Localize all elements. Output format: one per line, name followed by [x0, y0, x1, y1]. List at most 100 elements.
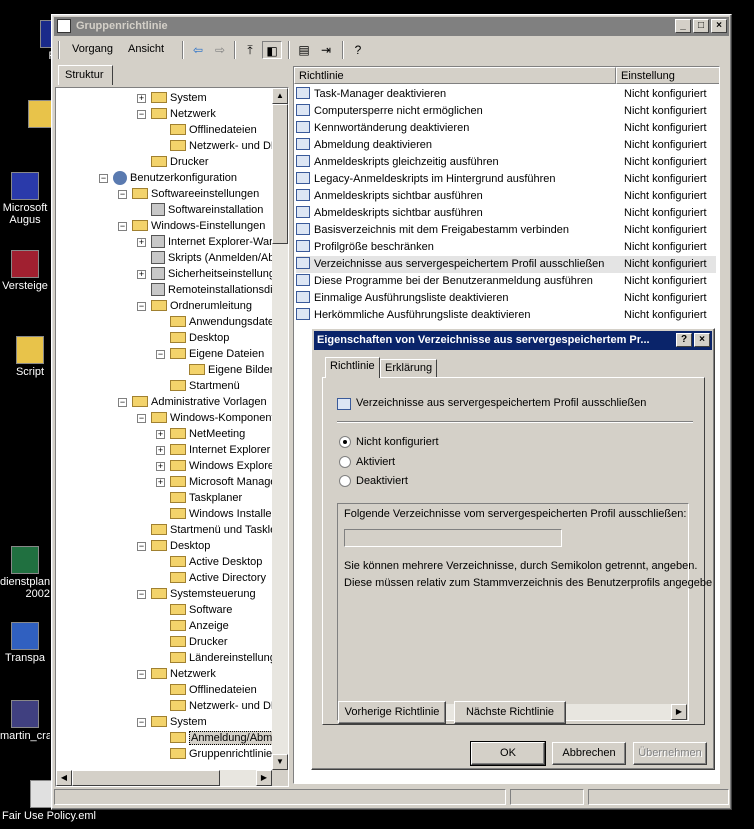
tree-item[interactable]: Anzeige — [170, 618, 229, 634]
scroll-up-icon[interactable]: ▲ — [272, 88, 288, 104]
tree-item[interactable]: Active Desktop — [170, 554, 262, 570]
expand-icon[interactable]: + — [137, 94, 146, 103]
window-titlebar[interactable]: Gruppenrichtlinie _ □ × — [54, 17, 729, 36]
tree-item[interactable]: Active Directory — [170, 570, 266, 586]
collapse-icon[interactable]: − — [137, 302, 146, 311]
radio-enabled[interactable] — [339, 456, 351, 468]
minimize-button[interactable]: _ — [675, 19, 691, 33]
tree-item[interactable]: Ordnerumleitung — [151, 298, 252, 314]
policy-row[interactable]: Kennwortänderung deaktivieren Nicht konfi… — [296, 120, 716, 137]
menu-ansicht[interactable]: Ansicht — [128, 43, 164, 55]
tree-item[interactable]: Eigene Bilder — [189, 362, 273, 378]
expand-icon[interactable]: + — [156, 478, 165, 487]
desktop-icon-dienstplan[interactable]: dienstplan- 2002 — [0, 546, 50, 600]
collapse-icon[interactable]: − — [137, 542, 146, 551]
tree-item[interactable]: Windows-Einstellungen — [132, 218, 265, 234]
tree-item[interactable]: Internet Explorer — [170, 442, 270, 458]
policy-row[interactable]: Abmeldung deaktivieren Nicht konfiguriert — [296, 137, 716, 154]
tree-item[interactable]: NetMeeting — [170, 426, 245, 442]
tree-item[interactable]: Skripts (Anmelden/Abmelden — [151, 250, 288, 266]
tab-struktur[interactable]: Struktur — [58, 65, 113, 85]
tree-item[interactable]: Internet Explorer-Wartung — [151, 234, 288, 250]
tree-item[interactable]: Drucker — [151, 154, 209, 170]
collapse-icon[interactable]: − — [156, 350, 165, 359]
tree-item[interactable]: Netzwerk — [151, 666, 216, 682]
expand-icon[interactable]: + — [156, 446, 165, 455]
tree-item[interactable]: Desktop — [151, 538, 210, 554]
tree-item[interactable]: Windows-Komponenten — [151, 410, 287, 426]
scroll-right-icon[interactable]: ▶ — [671, 704, 687, 720]
collapse-icon[interactable]: − — [137, 670, 146, 679]
dialog-titlebar[interactable]: Eigenschaften von Verzeichnisse aus serv… — [314, 331, 712, 350]
policy-row[interactable]: Anmeldeskripts sichtbar ausführen Nicht k… — [296, 188, 716, 205]
directories-input[interactable] — [344, 529, 562, 547]
desktop-icon-transpa[interactable]: Transpa — [0, 622, 50, 664]
tree-item[interactable]: Softwareinstallation — [151, 202, 263, 218]
help-button[interactable]: ? — [676, 333, 692, 347]
tree-item[interactable]: Startmenü — [170, 378, 240, 394]
tree-item[interactable]: Eigene Dateien — [170, 346, 264, 362]
collapse-icon[interactable]: − — [118, 222, 127, 231]
menu-vorgang[interactable]: Vorgang — [72, 43, 113, 55]
ok-button[interactable]: OK — [470, 741, 546, 766]
tree-item[interactable]: Offlinedateien — [170, 682, 257, 698]
collapse-icon[interactable]: − — [137, 718, 146, 727]
scroll-down-icon[interactable]: ▼ — [272, 754, 288, 770]
desktop-icon-martin[interactable]: martin_cra — [0, 700, 50, 742]
show-tree-icon[interactable]: ◧ — [262, 41, 282, 59]
apply-button[interactable]: Übernehmen — [633, 742, 707, 765]
policy-row[interactable]: Basisverzeichnis mit dem Freigabestamm v… — [296, 222, 716, 239]
policy-row[interactable]: Profilgröße beschränken Nicht konfigurier… — [296, 239, 716, 256]
policy-row[interactable]: Herkömmliche Ausführungsliste deaktivier… — [296, 307, 716, 324]
desktop-icon-versteige[interactable]: Versteige — [0, 250, 50, 292]
collapse-icon[interactable]: − — [137, 590, 146, 599]
policy-row[interactable]: Abmeldeskripts sichtbar ausführen Nicht k… — [296, 205, 716, 222]
cancel-button[interactable]: Abbrechen — [552, 742, 626, 765]
horizontal-scrollbar[interactable]: ◀ ▶ — [56, 770, 272, 786]
expand-icon[interactable]: + — [137, 270, 146, 279]
tree-item[interactable]: Offlinedateien — [170, 122, 257, 138]
scroll-thumb[interactable] — [272, 104, 288, 244]
tree-item[interactable]: Gruppenrichtlinien — [170, 746, 278, 762]
radio-not-configured[interactable] — [339, 436, 351, 448]
radio-disabled[interactable] — [339, 475, 351, 487]
tree-item[interactable]: Ländereinstellungen — [170, 650, 288, 666]
tree-item[interactable]: Administrative Vorlagen — [132, 394, 267, 410]
up-folder-icon[interactable]: ⤒ — [240, 41, 260, 59]
tree-item[interactable]: Taskplaner — [170, 490, 242, 506]
expand-icon[interactable]: + — [156, 430, 165, 439]
collapse-icon[interactable]: − — [118, 398, 127, 407]
back-icon[interactable]: ⇦ — [188, 41, 208, 59]
expand-icon[interactable]: + — [137, 238, 146, 247]
desktop-icon-script[interactable]: Script — [10, 336, 50, 378]
tree-item[interactable]: Benutzerkonfiguration — [113, 170, 237, 186]
tree-item[interactable]: Drucker — [170, 634, 228, 650]
scroll-right-icon[interactable]: ▶ — [256, 770, 272, 786]
collapse-icon[interactable]: − — [137, 110, 146, 119]
column-header-einstellung[interactable]: Einstellung — [616, 67, 719, 84]
policy-row[interactable]: Legacy-Anmeldeskripts im Hintergrund aus… — [296, 171, 716, 188]
tree-item[interactable]: Startmenü und Taskleiste — [151, 522, 288, 538]
collapse-icon[interactable]: − — [137, 414, 146, 423]
export-icon[interactable]: ⇥ — [316, 41, 336, 59]
collapse-icon[interactable]: − — [118, 190, 127, 199]
policy-row[interactable]: Computersperre nicht ermöglichen Nicht ko… — [296, 103, 716, 120]
policy-row[interactable]: Diese Programme bei der Benutzeranmeldun… — [296, 273, 716, 290]
policy-row[interactable]: Einmalige Ausführungsliste deaktivieren N… — [296, 290, 716, 307]
scroll-thumb[interactable] — [72, 770, 220, 786]
close-button[interactable]: × — [694, 333, 710, 347]
tree-item[interactable]: Software — [170, 602, 232, 618]
tree-item[interactable]: Windows Explorer — [170, 458, 278, 474]
tree-item[interactable]: Windows Installer — [170, 506, 275, 522]
policy-row[interactable]: Verzeichnisse aus servergespeichertem Pr… — [296, 256, 716, 273]
tree-item[interactable]: Anwendungsdaten — [170, 314, 280, 330]
scroll-left-icon[interactable]: ◀ — [56, 770, 72, 786]
tree-item[interactable]: Netzwerk — [151, 106, 216, 122]
collapse-icon[interactable]: − — [99, 174, 108, 183]
maximize-button[interactable]: □ — [693, 19, 709, 33]
expand-icon[interactable]: + — [156, 462, 165, 471]
previous-policy-button[interactable]: Vorherige Richtlinie — [338, 701, 446, 724]
desktop-icon-microsoft[interactable]: Microsoft Augus — [0, 172, 50, 226]
tree-view[interactable]: + System − Netzwerk Offlinedateien Netzwerk- … — [55, 87, 289, 787]
forward-icon[interactable]: ⇨ — [210, 41, 230, 59]
